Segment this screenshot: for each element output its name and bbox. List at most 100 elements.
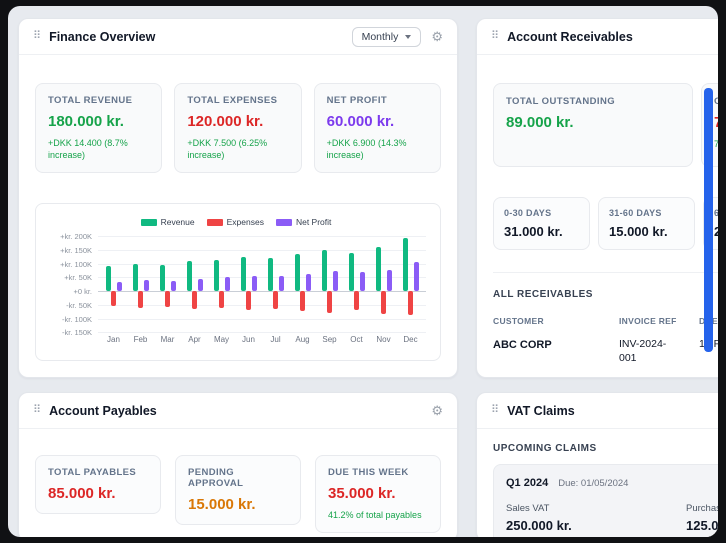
stat-value: 85.000 kr. bbox=[48, 485, 148, 502]
payables-header: ⠿ Account Payables ⚙ bbox=[19, 393, 457, 429]
chart-plot bbox=[98, 236, 430, 332]
chart-bar bbox=[160, 265, 165, 291]
period-select[interactable]: Monthly bbox=[352, 27, 422, 47]
payables-header-actions: ⚙ bbox=[431, 404, 443, 417]
x-tick-label: Feb bbox=[127, 335, 154, 344]
stat-sub: +DKK 7.500 (6.25% increase) bbox=[187, 137, 288, 161]
chart-bar bbox=[198, 279, 203, 291]
chart-y-axis: +kr. 200K+kr. 150K+kr. 100K+kr. 50K+0 kr… bbox=[42, 236, 98, 332]
chart-bar bbox=[111, 291, 116, 306]
stat-card-total-payables: TOTAL PAYABLES 85.000 kr. bbox=[35, 455, 161, 514]
chart-bar bbox=[138, 291, 143, 307]
receivables-body: TOTAL OUTSTANDING 89.000 kr. OVERDUE 70.… bbox=[477, 55, 718, 378]
stat-value: 89.000 kr. bbox=[506, 114, 680, 131]
y-tick-label: -kr. 150K bbox=[62, 328, 92, 337]
sales-vat-value: 250.000 kr. bbox=[506, 518, 686, 533]
stat-sub: 78% of total bbox=[714, 138, 718, 150]
stat-label: TOTAL REVENUE bbox=[48, 95, 149, 106]
aging-label: 31-60 DAYS bbox=[609, 208, 684, 218]
x-tick-label: Nov bbox=[370, 335, 397, 344]
y-tick-label: +kr. 50K bbox=[64, 273, 92, 282]
chart-bar bbox=[241, 257, 246, 291]
chart-month-group bbox=[262, 236, 289, 332]
stat-value: 70.000 kr. bbox=[714, 114, 718, 131]
x-tick-label: Jun bbox=[235, 335, 262, 344]
chart-bar bbox=[327, 291, 332, 312]
finance-overview-panel: ⠿ Finance Overview Monthly ⚙ TOTAL REVEN… bbox=[18, 18, 458, 378]
legend-swatch bbox=[276, 219, 292, 226]
chart-bar bbox=[214, 260, 219, 292]
chart-bar bbox=[279, 276, 284, 291]
claim-top-row: Q1 2024 Due: 01/05/2024 bbox=[506, 477, 718, 489]
y-tick-label: -kr. 100K bbox=[62, 315, 92, 324]
scrollbar-thumb[interactable] bbox=[704, 88, 713, 352]
x-tick-label: Sep bbox=[316, 335, 343, 344]
finance-header-actions: Monthly ⚙ bbox=[352, 27, 443, 47]
panel-title: Account Payables bbox=[49, 404, 157, 418]
stat-value: 60.000 kr. bbox=[327, 113, 428, 130]
stat-label: TOTAL OUTSTANDING bbox=[506, 96, 680, 107]
stat-card-total-outstanding: TOTAL OUTSTANDING 89.000 kr. bbox=[493, 83, 693, 167]
stat-card-total-revenue: TOTAL REVENUE 180.000 kr. +DKK 14.400 (8… bbox=[35, 83, 162, 173]
y-tick-label: +0 kr. bbox=[73, 287, 92, 296]
chart-bar bbox=[252, 276, 257, 292]
chart-bar bbox=[187, 261, 192, 291]
chart-bar bbox=[300, 291, 305, 311]
chart-month-group bbox=[316, 236, 343, 332]
drag-handle-icon[interactable]: ⠿ bbox=[491, 31, 499, 42]
chart-bar bbox=[414, 262, 419, 291]
purchase-vat-label: Purchase VAT bbox=[686, 503, 718, 514]
chart-bar bbox=[322, 250, 327, 291]
stat-sub: 41.2% of total payables bbox=[328, 509, 428, 521]
payables-stats-row: TOTAL PAYABLES 85.000 kr. PENDING APPROV… bbox=[35, 455, 441, 533]
payables-body: TOTAL PAYABLES 85.000 kr. PENDING APPROV… bbox=[19, 429, 457, 537]
column-header-invoice-ref: INVOICE REF bbox=[619, 316, 681, 326]
chart-bar bbox=[295, 254, 300, 291]
x-tick-label: Mar bbox=[154, 335, 181, 344]
x-tick-label: Jul bbox=[262, 335, 289, 344]
x-tick-label: Dec bbox=[397, 335, 424, 344]
y-tick-label: +kr. 100K bbox=[60, 260, 92, 269]
receivables-header: ⠿ Account Receivables bbox=[477, 19, 718, 55]
vat-body: UPCOMING CLAIMS Q1 2024 Due: 01/05/2024 … bbox=[477, 429, 718, 537]
drag-handle-icon[interactable]: ⠿ bbox=[33, 405, 41, 416]
chart-x-axis: JanFebMarAprMayJunJulAugSepOctNovDec bbox=[98, 335, 424, 344]
table-row[interactable]: ABC CORP INV-2024-001 15 Feb 2024 bbox=[493, 338, 718, 365]
chart-bar bbox=[192, 291, 197, 309]
sales-vat-label: Sales VAT bbox=[506, 503, 686, 514]
chart-bar bbox=[219, 291, 224, 308]
dashboard: ⠿ Finance Overview Monthly ⚙ TOTAL REVEN… bbox=[8, 6, 718, 537]
claim-period: Q1 2024 bbox=[506, 477, 548, 489]
chart-month-group bbox=[127, 236, 154, 332]
chart-bar bbox=[268, 258, 273, 291]
stat-value: 35.000 kr. bbox=[328, 485, 428, 502]
legend-item: Revenue bbox=[141, 217, 195, 227]
drag-handle-icon[interactable]: ⠿ bbox=[33, 31, 41, 42]
gear-icon[interactable]: ⚙ bbox=[431, 404, 443, 417]
chart-bar bbox=[349, 253, 354, 291]
finance-body: TOTAL REVENUE 180.000 kr. +DKK 14.400 (8… bbox=[19, 55, 457, 377]
x-tick-label: Aug bbox=[289, 335, 316, 344]
section-label: ALL RECEIVABLES bbox=[493, 289, 718, 300]
chart-month-group bbox=[181, 236, 208, 332]
chart-month-group bbox=[235, 236, 262, 332]
stat-card-due-this-week: DUE THIS WEEK 35.000 kr. 41.2% of total … bbox=[315, 455, 441, 533]
chart-month-group bbox=[100, 236, 127, 332]
stat-value: 120.000 kr. bbox=[187, 113, 288, 130]
chart-bar bbox=[171, 281, 176, 291]
chart-month-group bbox=[370, 236, 397, 332]
vat-values-row: Sales VAT 250.000 kr. Purchase VAT 125.0… bbox=[506, 503, 718, 533]
legend-item: Expenses bbox=[207, 217, 264, 227]
drag-handle-icon[interactable]: ⠿ bbox=[491, 405, 499, 416]
stat-card-pending-approval: PENDING APPROVAL 15.000 kr. bbox=[175, 455, 301, 525]
y-tick-label: +kr. 150K bbox=[60, 246, 92, 255]
aging-value: 31.000 kr. bbox=[504, 224, 579, 239]
sales-vat-col: Sales VAT 250.000 kr. bbox=[506, 503, 686, 533]
x-tick-label: May bbox=[208, 335, 235, 344]
stat-card-net-profit: NET PROFIT 60.000 kr. +DKK 6.900 (14.3% … bbox=[314, 83, 441, 173]
aging-buckets-row: 0-30 DAYS 31.000 kr. 31-60 DAYS 15.000 k… bbox=[493, 197, 718, 250]
legend-item: Net Profit bbox=[276, 217, 331, 227]
gear-icon[interactable]: ⚙ bbox=[431, 30, 443, 43]
stat-label: DUE THIS WEEK bbox=[328, 467, 428, 478]
chart-month-group bbox=[397, 236, 424, 332]
